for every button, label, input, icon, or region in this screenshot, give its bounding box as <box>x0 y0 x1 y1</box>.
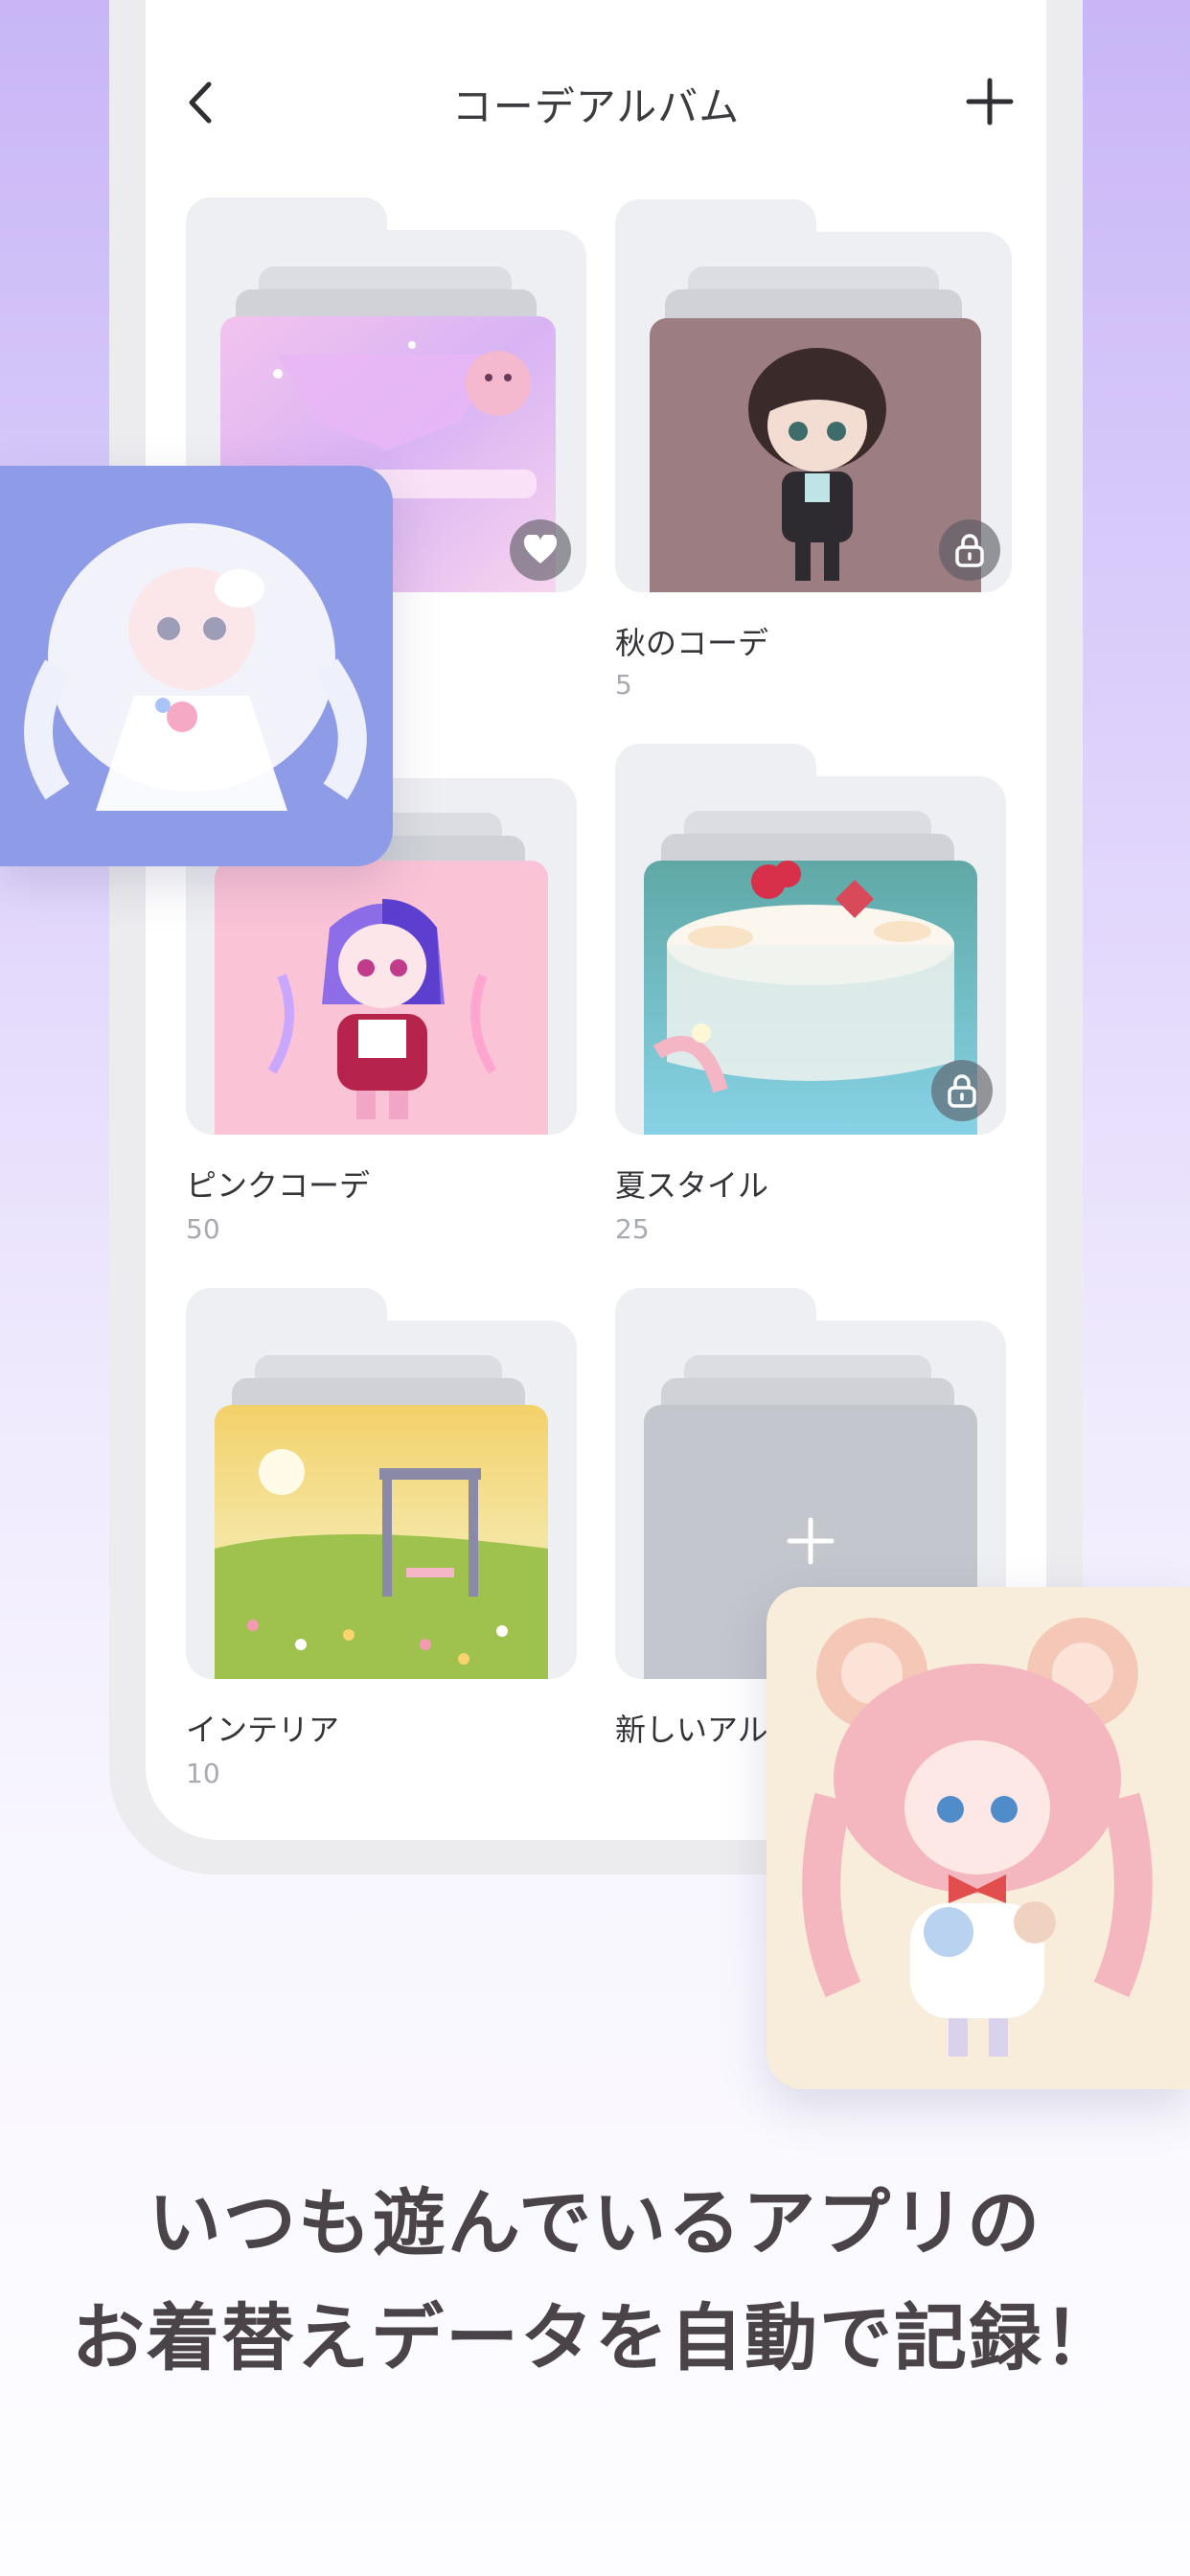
album-name-2: 秋のコーデ <box>615 625 769 661</box>
favorite-badge <box>510 519 571 581</box>
album-count-4: 25 <box>615 1213 650 1245</box>
album-folder-4[interactable] <box>615 744 1006 1135</box>
lock-icon <box>955 534 984 567</box>
lock-badge <box>931 1060 993 1121</box>
album-cover-2 <box>650 318 981 592</box>
album-name-3: ピンクコーデ <box>186 1167 371 1204</box>
album-name-4: 夏スタイル <box>615 1167 769 1204</box>
avatar-illustration <box>24 523 367 811</box>
lock-icon <box>948 1074 976 1108</box>
album-folder-5[interactable] <box>186 1288 577 1679</box>
album-count-5: 10 <box>186 1758 220 1789</box>
album-cover-3 <box>215 861 548 1135</box>
album-name-6: 新しいアル <box>615 1712 768 1748</box>
featured-avatar-card-left <box>0 466 393 866</box>
album-cover-5 <box>215 1405 548 1679</box>
plus-icon <box>966 78 1014 126</box>
album-count-3: 50 <box>186 1213 220 1245</box>
album-cover-4 <box>644 861 977 1135</box>
featured-avatar-card-right <box>767 1587 1190 2089</box>
heart-icon <box>523 535 558 564</box>
lock-badge <box>939 519 1000 581</box>
promo-caption-line-1: いつも遊んでいるアプリの <box>148 2180 1042 2266</box>
album-name-5: インテリア <box>186 1712 340 1748</box>
page-title: コーデアルバム <box>451 83 741 130</box>
album-count-2: 5 <box>615 669 632 701</box>
add-album-button[interactable] <box>964 73 1016 130</box>
promo-caption-line-2: お着替えデータを自動で記録！ <box>72 2295 1118 2380</box>
avatar-illustration <box>802 1618 1153 2057</box>
album-folder-2[interactable] <box>615 199 1012 592</box>
